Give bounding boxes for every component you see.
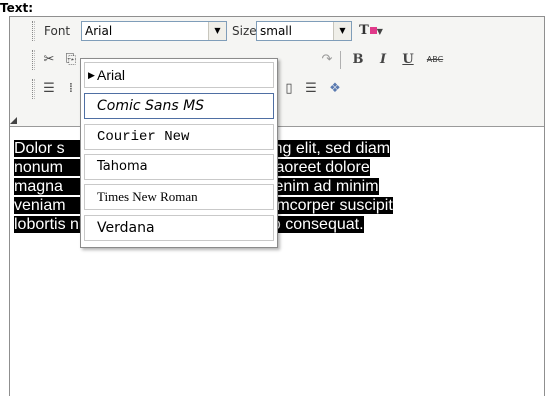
size-select[interactable]: small ▼ [256,21,352,41]
selected-marker-icon: ▶ [88,70,95,80]
size-select-value: small [260,24,292,38]
font-option-times-new-roman[interactable]: Times New Roman [84,184,274,210]
toolbar-row-1: Font Arial ▼ Size small ▼ T ▼ [10,17,544,46]
italic-button[interactable]: I [374,51,392,69]
font-option-label: Courier New [97,129,190,145]
font-option-tahoma[interactable]: Tahoma [84,154,274,180]
font-option-label: Times New Roman [97,189,198,204]
underline-button[interactable]: U [399,51,417,69]
font-label: Font [44,24,71,38]
chevron-down-icon[interactable]: ▼ [333,22,351,40]
font-option-label: Arial [97,67,126,83]
field-label: Text: [0,1,34,15]
outdent-icon[interactable]: ☰ [302,80,320,98]
strikethrough-button[interactable]: ABC [423,51,447,69]
font-dropdown-list: ▶ Arial Comic Sans MS Courier New Tahoma… [80,58,278,248]
redo-icon[interactable]: ↷ [318,51,336,69]
toolbar-grip[interactable] [32,79,35,99]
cut-icon[interactable]: ✂ [40,51,58,69]
font-option-label: Comic Sans MS [97,98,205,114]
bullet-list-icon[interactable]: ⁞ [62,80,80,98]
font-option-arial[interactable]: ▶ Arial [84,62,274,88]
chevron-down-icon[interactable]: ▼ [208,22,226,40]
font-option-courier-new[interactable]: Courier New [84,124,274,150]
toolbar-grip[interactable] [32,21,35,41]
font-option-label: Verdana [97,220,155,236]
toolbar-separator [340,51,341,69]
toolbar-grip[interactable] [32,50,35,70]
font-option-label: Tahoma [97,159,148,174]
bold-button[interactable]: B [349,51,367,69]
font-option-comic-sans[interactable]: Comic Sans MS [84,93,274,119]
resize-corner-icon[interactable] [10,117,17,124]
size-label: Size [232,24,257,38]
indent-icon[interactable]: ▯ [280,80,298,98]
copy-icon[interactable]: ⎘ [62,51,80,69]
text-color-icon[interactable]: T ▼ [358,22,384,40]
font-select[interactable]: Arial ▼ [81,21,227,41]
font-option-verdana[interactable]: Verdana [84,215,274,241]
insert-table-icon[interactable]: ❖ [326,80,344,98]
font-select-value: Arial [85,24,113,38]
numbered-list-icon[interactable]: ☰ [40,80,58,98]
